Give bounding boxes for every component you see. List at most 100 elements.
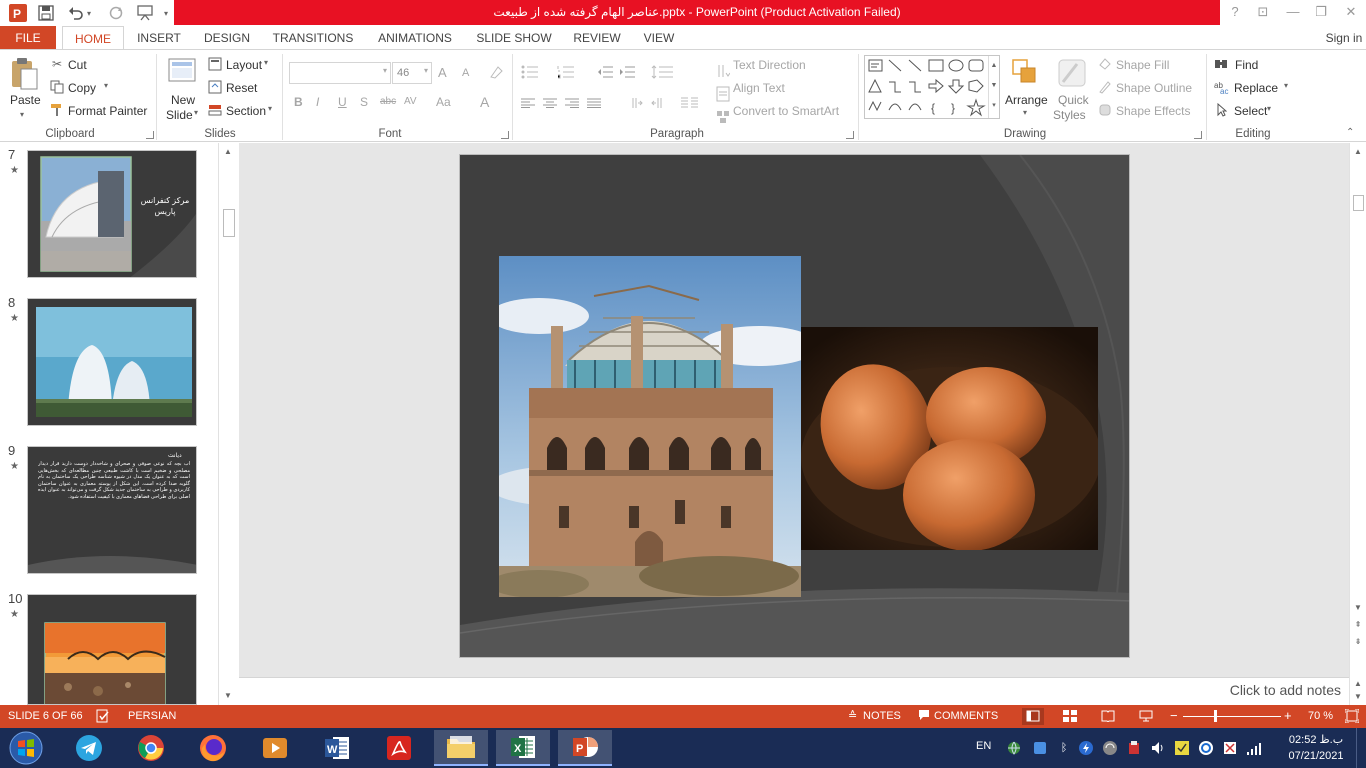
- tab-review[interactable]: REVIEW: [570, 26, 624, 50]
- previous-slide-icon[interactable]: ⇞: [1352, 619, 1364, 631]
- power-icon[interactable]: [1078, 740, 1094, 756]
- scroll-down-icon[interactable]: ▼: [1352, 602, 1364, 614]
- shape-fill-button[interactable]: Shape Fill: [1116, 58, 1169, 72]
- text-shadow-button[interactable]: S: [360, 95, 368, 109]
- slide-scrollbar[interactable]: ▲ ▼ ⇞ ⇟: [1349, 143, 1366, 677]
- shape-effects-button[interactable]: Shape Effects: [1116, 104, 1191, 118]
- eggs-photo[interactable]: [801, 327, 1098, 550]
- quick-styles-label-1[interactable]: Quick: [1058, 93, 1089, 107]
- notes-icon[interactable]: ≙: [848, 709, 857, 722]
- notes-pane[interactable]: Click to add notes: [239, 677, 1349, 705]
- ribbon-display-options-icon[interactable]: ⊡: [1252, 2, 1274, 22]
- smartart-icon[interactable]: [716, 109, 730, 125]
- character-spacing-button[interactable]: AV: [404, 96, 417, 107]
- taskbar-media-player[interactable]: [248, 730, 302, 766]
- section-icon[interactable]: [208, 103, 222, 117]
- zoom-in-icon[interactable]: +: [1284, 708, 1292, 723]
- text-direction-button[interactable]: Text Direction: [733, 58, 806, 72]
- tab-view[interactable]: VIEW: [638, 26, 680, 50]
- tab-transitions[interactable]: TRANSITIONS: [270, 26, 356, 50]
- numbering-icon[interactable]: [556, 63, 576, 81]
- font-size-dropdown-icon[interactable]: ▾: [424, 66, 428, 75]
- taskbar-telegram[interactable]: [62, 730, 116, 766]
- scroll-up-icon[interactable]: ▲: [1352, 146, 1364, 158]
- quick-styles-label-2[interactable]: Styles: [1053, 108, 1086, 122]
- shapes-gallery-scroll[interactable]: ▲ ▼ ▾: [988, 56, 999, 118]
- layout-dropdown-icon[interactable]: ▾: [264, 58, 268, 67]
- font-family-dropdown-icon[interactable]: ▾: [383, 66, 387, 75]
- layout-icon[interactable]: [208, 57, 222, 71]
- reading-view-icon[interactable]: [1101, 710, 1115, 723]
- align-left-icon[interactable]: [520, 97, 536, 109]
- line-spacing-icon[interactable]: [650, 63, 676, 81]
- cut-icon[interactable]: ✂: [50, 57, 64, 71]
- next-slide-icon[interactable]: ⇟: [1352, 636, 1364, 648]
- sync-icon[interactable]: [1102, 740, 1118, 756]
- strikethrough-button[interactable]: abc: [380, 96, 396, 107]
- language-indicator[interactable]: PERSIAN: [128, 710, 176, 722]
- clock-time[interactable]: 02:52 ب.ظ: [1288, 733, 1344, 746]
- align-text-button[interactable]: Align Text: [733, 81, 785, 95]
- copy-dropdown-icon[interactable]: ▾: [104, 81, 108, 90]
- action-center-icon[interactable]: [1222, 740, 1238, 756]
- arrange-button[interactable]: Arrange: [1005, 93, 1048, 107]
- replace-icon[interactable]: ab ac: [1214, 80, 1230, 94]
- replace-dropdown-icon[interactable]: ▾: [1284, 81, 1288, 90]
- sign-in-link[interactable]: Sign in: [1322, 26, 1366, 50]
- tab-insert[interactable]: INSERT: [132, 26, 186, 50]
- paragraph-launcher-icon[interactable]: [846, 131, 854, 139]
- shapes-gallery-icon[interactable]: { }: [865, 56, 989, 118]
- font-size-combo[interactable]: 46 ▾: [392, 62, 432, 84]
- comments-icon[interactable]: [918, 709, 930, 721]
- reset-icon[interactable]: [208, 80, 222, 94]
- justify-icon[interactable]: [586, 97, 602, 109]
- scroll-down-icon[interactable]: ▼: [222, 690, 234, 702]
- comments-button[interactable]: COMMENTS: [934, 710, 998, 722]
- notes-tray-icon[interactable]: [1174, 740, 1190, 756]
- copy-button[interactable]: Copy: [68, 81, 96, 95]
- notes-scrollbar[interactable]: ▲ ▼: [1349, 677, 1366, 705]
- replace-button[interactable]: Replace: [1234, 81, 1278, 95]
- help-icon[interactable]: ?: [1224, 2, 1246, 22]
- arrange-icon[interactable]: [1010, 56, 1042, 90]
- taskbar-word[interactable]: W: [310, 730, 364, 766]
- copy-icon[interactable]: [50, 80, 64, 94]
- scroll-down-icon[interactable]: ▼: [1352, 691, 1364, 703]
- tab-file[interactable]: FILE: [0, 26, 56, 50]
- taskbar-chrome[interactable]: [124, 730, 178, 766]
- customize-qat-icon[interactable]: ▾: [160, 3, 172, 23]
- notes-button[interactable]: NOTES: [863, 710, 901, 722]
- start-from-beginning-icon[interactable]: [136, 3, 156, 23]
- format-painter-button[interactable]: Format Painter: [68, 104, 147, 118]
- text-direction-icon[interactable]: [716, 63, 730, 79]
- undo-icon[interactable]: [66, 3, 86, 23]
- find-icon[interactable]: [1214, 57, 1228, 71]
- thumbnails-scrollbar[interactable]: ▲ ▼: [218, 143, 238, 705]
- new-slide-icon[interactable]: [166, 56, 198, 86]
- underline-button[interactable]: U: [338, 95, 347, 109]
- taskbar-acrobat[interactable]: [372, 730, 426, 766]
- layout-button[interactable]: Layout: [226, 58, 262, 72]
- select-dropdown-icon[interactable]: ▾: [1267, 104, 1271, 113]
- volume-icon[interactable]: [1150, 740, 1166, 756]
- zoom-slider[interactable]: [1183, 716, 1281, 717]
- redo-icon[interactable]: [106, 3, 126, 23]
- scroll-up-icon[interactable]: ▲: [1352, 678, 1364, 690]
- bluetooth-icon[interactable]: ᛒ: [1056, 740, 1072, 756]
- scroll-up-icon[interactable]: ▲: [222, 146, 234, 158]
- slide-sorter-icon[interactable]: [1063, 710, 1077, 722]
- columns-icon[interactable]: [680, 96, 700, 110]
- taskbar-file-explorer[interactable]: [434, 730, 488, 766]
- dome-building-photo[interactable]: [499, 256, 801, 597]
- increase-indent-icon[interactable]: [618, 63, 636, 81]
- clock-date[interactable]: 07/21/2021: [1288, 750, 1344, 762]
- reset-button[interactable]: Reset: [226, 81, 257, 95]
- restore-button[interactable]: ❐: [1310, 2, 1332, 22]
- section-button[interactable]: Section: [226, 104, 266, 118]
- grow-font-button[interactable]: A: [438, 65, 447, 80]
- tab-design[interactable]: DESIGN: [200, 26, 254, 50]
- undo-dropdown-icon[interactable]: ▾: [84, 3, 94, 23]
- shape-fill-icon[interactable]: [1098, 57, 1112, 71]
- ltr-direction-icon[interactable]: [628, 96, 644, 110]
- slide-show-icon[interactable]: [1139, 710, 1153, 722]
